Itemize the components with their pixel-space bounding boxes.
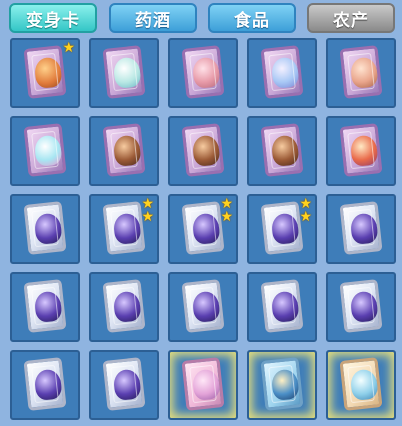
transform-card-icon (339, 279, 383, 333)
inventory-slot[interactable] (10, 350, 80, 420)
inventory-slot[interactable] (247, 272, 317, 342)
inventory-slot[interactable] (326, 116, 396, 186)
transform-card-icon (181, 279, 225, 333)
transform-card-icon (102, 279, 146, 333)
purple-knight-icon (112, 212, 142, 245)
purple-knight-icon (112, 290, 142, 323)
purple-knight-icon (349, 290, 379, 323)
dragon-pet-icon (270, 56, 300, 89)
star-rating: ★ (62, 40, 75, 56)
transform-card-icon (181, 45, 225, 99)
tab-medicine-wine[interactable]: 药酒 (109, 3, 197, 33)
star-icon: ★ (141, 209, 154, 225)
purple-knight-icon (33, 368, 63, 401)
transform-card-icon (339, 45, 383, 99)
transform-card-icon (23, 45, 67, 99)
inventory-slot[interactable] (89, 272, 159, 342)
transform-card-icon (102, 357, 146, 411)
transform-card-icon (260, 201, 304, 255)
transform-card-icon (102, 45, 146, 99)
purple-knight-icon (33, 290, 63, 323)
rider-character-icon (112, 134, 142, 167)
inventory-slot[interactable] (89, 116, 159, 186)
transform-card-icon (23, 123, 67, 177)
star-rating: ★ ★ (141, 197, 154, 225)
inventory-slot[interactable] (326, 350, 396, 420)
transform-card-icon (260, 279, 304, 333)
inventory-slot[interactable] (89, 350, 159, 420)
purple-knight-icon (112, 368, 142, 401)
star-icon: ★ (62, 40, 75, 56)
deer-pet-icon (191, 56, 221, 89)
inventory-slot[interactable]: ★ (10, 38, 80, 108)
clown-character-icon (349, 134, 379, 167)
inventory-slot[interactable] (247, 38, 317, 108)
star-icon: ★ (299, 209, 312, 225)
transform-card-icon (181, 201, 225, 255)
ice-beast-icon (349, 368, 379, 401)
rider-character-icon (270, 134, 300, 167)
transform-card-icon (339, 201, 383, 255)
transform-card-icon (102, 201, 146, 255)
inventory-slot[interactable] (168, 38, 238, 108)
pig-pet-icon (349, 56, 379, 89)
inventory-slot[interactable] (326, 194, 396, 264)
fairy-character-icon (191, 368, 221, 401)
tab-food[interactable]: 食品 (208, 3, 296, 33)
transform-card-icon (23, 279, 67, 333)
star-rating: ★ ★ (299, 197, 312, 225)
inventory-slot[interactable] (10, 194, 80, 264)
inventory-slot[interactable]: ★ ★ (89, 194, 159, 264)
transform-card-icon (260, 357, 304, 411)
star-icon: ★ (220, 209, 233, 225)
purple-knight-icon (349, 212, 379, 245)
category-tabs: 变身卡 药酒 食品 农产 (0, 0, 402, 38)
inventory-slot[interactable] (247, 350, 317, 420)
inventory-slot[interactable] (168, 116, 238, 186)
inventory-slot[interactable] (89, 38, 159, 108)
inventory-slot[interactable] (168, 272, 238, 342)
transform-card-icon (260, 45, 304, 99)
transform-card-icon (23, 201, 67, 255)
bunny-pet-icon (33, 134, 63, 167)
inventory-slot[interactable] (10, 116, 80, 186)
inventory-slot[interactable]: ★ ★ (168, 194, 238, 264)
orange-fox-pet-icon (33, 56, 63, 89)
transform-card-icon (102, 123, 146, 177)
transform-card-icon (339, 123, 383, 177)
purple-knight-icon (270, 212, 300, 245)
transform-card-icon (181, 357, 225, 411)
inventory-slot[interactable] (247, 116, 317, 186)
rider-character-icon (191, 134, 221, 167)
purple-knight-icon (191, 290, 221, 323)
purple-knight-icon (270, 290, 300, 323)
tab-transform-card[interactable]: 变身卡 (9, 3, 97, 33)
transform-card-icon (339, 357, 383, 411)
inventory-grid: ★ ★ ★ ★ ★ ★ ★ (10, 38, 396, 420)
inventory-slot[interactable] (168, 350, 238, 420)
purple-knight-icon (33, 212, 63, 245)
inventory-slot[interactable] (10, 272, 80, 342)
armored-warrior-icon (270, 368, 300, 401)
purple-knight-icon (191, 212, 221, 245)
transform-card-icon (181, 123, 225, 177)
inventory-slot[interactable] (326, 38, 396, 108)
transform-card-icon (23, 357, 67, 411)
inventory-slot[interactable] (326, 272, 396, 342)
tab-farm-produce[interactable]: 农产 (307, 3, 395, 33)
transform-card-icon (260, 123, 304, 177)
inventory-slot[interactable]: ★ ★ (247, 194, 317, 264)
star-rating: ★ ★ (220, 197, 233, 225)
unicorn-pet-icon (112, 56, 142, 89)
